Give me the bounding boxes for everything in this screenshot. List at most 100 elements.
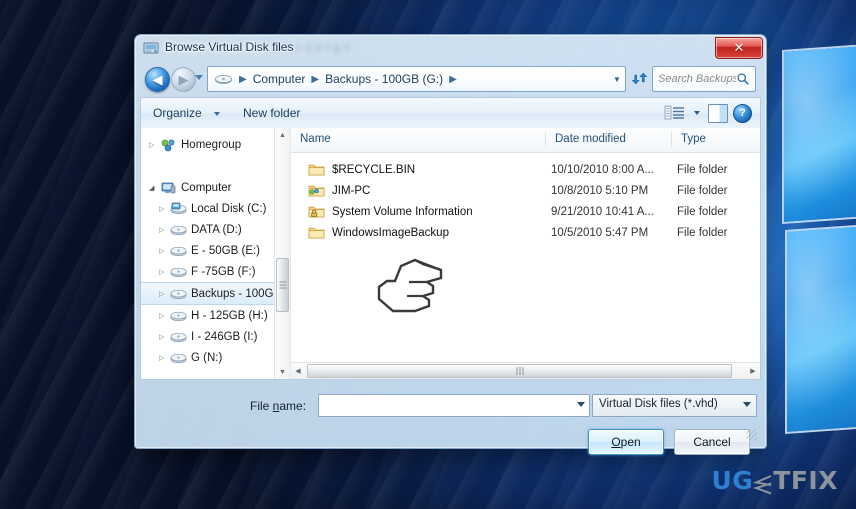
drive-icon: [170, 330, 187, 344]
recent-locations-chevron-icon[interactable]: [195, 75, 203, 80]
homegroup-icon: [160, 138, 177, 152]
tree-expander-icon[interactable]: ▷: [159, 268, 170, 276]
new-folder-button[interactable]: New folder: [238, 105, 305, 121]
scroll-down-button[interactable]: ▼: [275, 365, 290, 379]
file-type-select[interactable]: Virtual Disk files (*.vhd): [592, 394, 757, 417]
sidebar-scroll-thumb[interactable]: [276, 258, 289, 312]
tree-expander-icon[interactable]: ▷: [159, 226, 170, 234]
hscroll-left-button[interactable]: ◀: [291, 363, 305, 379]
preview-pane-icon[interactable]: [708, 104, 728, 123]
sidebar-item-local-disk-c[interactable]: ▷ Local Disk (C:): [141, 198, 290, 219]
sidebar-item-i-246gb-i[interactable]: ▷ I - 246GB (I:): [141, 326, 290, 347]
navigation-pane: ▷ Homegroup ◢ Computer ▷ Local Disk (C:)…: [141, 128, 290, 379]
tree-expander-icon[interactable]: ◢: [149, 184, 160, 192]
close-button[interactable]: ✕: [715, 37, 763, 59]
sidebar-item-data-d[interactable]: ▷ DATA (D:): [141, 219, 290, 240]
folder-share-icon: [308, 183, 325, 198]
drive-icon: [170, 351, 187, 365]
cancel-button[interactable]: Cancel: [674, 429, 750, 455]
file-name-dropdown-icon[interactable]: [577, 402, 585, 407]
tree-expander-icon[interactable]: ▷: [159, 290, 170, 298]
file-date-cell: 10/5/2010 5:47 PM: [551, 226, 649, 239]
sidebar-item-e-50gb-e[interactable]: ▷ E - 50GB (E:): [141, 240, 290, 261]
hscroll-thumb[interactable]: [307, 364, 732, 378]
scroll-up-button[interactable]: ▲: [275, 128, 290, 142]
computer-icon: [160, 181, 177, 195]
chevron-down-icon[interactable]: [214, 112, 220, 116]
drive-icon: [170, 244, 187, 258]
drive-icon: [170, 223, 187, 237]
sidebar-item-homegroup[interactable]: ▷ Homegroup: [141, 134, 290, 155]
open-button[interactable]: Open: [588, 429, 664, 455]
browse-virtual-disk-dialog: a b c d e f g h Browse Virtual Disk file…: [134, 34, 767, 455]
file-type-cell: File folder: [677, 163, 728, 176]
close-icon: ✕: [733, 40, 745, 55]
sidebar-item-label: Computer: [181, 181, 232, 194]
sidebar-item-label: G (N:): [191, 351, 223, 364]
file-name-label: File name:: [250, 399, 307, 413]
virtual-disk-icon: [143, 40, 159, 56]
forward-arrow-icon: ▶: [178, 72, 189, 87]
ugetfix-watermark: UG TFIX: [711, 466, 838, 495]
file-name-input[interactable]: [318, 394, 590, 417]
table-row[interactable]: System Volume Information 9/21/2010 10:4…: [291, 201, 760, 222]
search-input[interactable]: Search Backups - 100G...: [653, 73, 736, 85]
sidebar-item-label: F -75GB (F:): [191, 265, 256, 278]
dialog-body: ▷ Homegroup ◢ Computer ▷ Local Disk (C:)…: [140, 128, 761, 380]
sidebar-item-f-75gb-f[interactable]: ▷ F -75GB (F:): [141, 261, 290, 282]
file-date-cell: 10/8/2010 5:10 PM: [551, 184, 649, 197]
tree-expander-icon[interactable]: ▷: [159, 247, 170, 255]
file-name-cell: JIM-PC: [332, 184, 371, 197]
file-name-cell: WindowsImageBackup: [332, 226, 449, 239]
refresh-button[interactable]: [628, 66, 650, 90]
table-row[interactable]: $RECYCLE.BIN 10/10/2010 8:00 A... File f…: [291, 159, 760, 180]
sidebar-item-h-125gb-h[interactable]: ▷ H - 125GB (H:): [141, 305, 290, 326]
table-row[interactable]: JIM-PC 10/8/2010 5:10 PM File folder: [291, 180, 760, 201]
sidebar-item-computer[interactable]: ◢ Computer: [141, 177, 290, 198]
title-bar: Browse Virtual Disk files ✕: [135, 35, 766, 62]
tree-expander-icon[interactable]: ▷: [149, 141, 160, 149]
tree-expander-icon[interactable]: ▷: [159, 354, 170, 362]
file-rows: $RECYCLE.BIN 10/10/2010 8:00 A... File f…: [291, 153, 760, 243]
folder-icon: [308, 225, 325, 240]
scroll-grip-icon: [279, 281, 286, 289]
address-dropdown-icon[interactable]: ▼: [609, 75, 625, 84]
search-box[interactable]: Search Backups - 100G...: [652, 66, 756, 92]
breadcrumb-backups[interactable]: Backups - 100GB (G:): [324, 72, 444, 86]
breadcrumb-computer[interactable]: Computer: [252, 72, 307, 86]
hscroll-right-button[interactable]: ▶: [746, 363, 760, 379]
file-type-dropdown-icon: [743, 402, 751, 407]
sidebar-item-label: Backups - 100GB: [191, 287, 282, 300]
folder-tree: ▷ Homegroup ◢ Computer ▷ Local Disk (C:)…: [141, 128, 290, 368]
sidebar-item-label: H - 125GB (H:): [191, 309, 268, 322]
address-breadcrumb-bar[interactable]: ▶ Computer ▶ Backups - 100GB (G:) ▶ ▼: [207, 66, 626, 92]
help-icon[interactable]: ?: [733, 104, 752, 123]
tree-expander-icon[interactable]: ▷: [159, 333, 170, 341]
column-header-type[interactable]: Type: [681, 133, 706, 145]
drive-icon: [170, 287, 187, 301]
file-list-pane: Name Date modified Type $RECYCLE.BIN 10/…: [290, 128, 760, 379]
sidebar-vertical-scrollbar[interactable]: ▲ ▼: [274, 128, 290, 379]
back-button[interactable]: ◀: [145, 67, 170, 92]
file-date-cell: 9/21/2010 10:41 A...: [551, 205, 654, 218]
file-date-cell: 10/10/2010 8:00 A...: [551, 163, 654, 176]
sidebar-item-g-n[interactable]: ▷ G (N:): [141, 347, 290, 368]
breadcrumb-separator-0: ▶: [239, 73, 247, 85]
view-dropdown-chevron-icon[interactable]: [694, 111, 700, 115]
tree-expander-icon[interactable]: ▷: [159, 205, 170, 213]
column-header-date[interactable]: Date modified: [555, 133, 626, 145]
column-header-name[interactable]: Name: [300, 133, 331, 145]
table-row[interactable]: WindowsImageBackup 10/5/2010 5:47 PM Fil…: [291, 222, 760, 243]
view-list-icon[interactable]: [664, 104, 686, 122]
window-title: Browse Virtual Disk files: [165, 40, 294, 54]
organize-button[interactable]: Organize: [148, 105, 207, 121]
forward-button[interactable]: ▶: [171, 67, 196, 92]
drive-icon: [170, 265, 187, 279]
tree-expander-icon[interactable]: ▷: [159, 312, 170, 320]
file-type-cell: File folder: [677, 205, 728, 218]
sidebar-item-backups-100gb[interactable]: ▷ Backups - 100GB: [141, 282, 290, 305]
column-header-row: Name Date modified Type: [291, 128, 760, 153]
toolbar: Organize New folder ?: [140, 97, 761, 129]
file-list-horizontal-scrollbar[interactable]: ◀ ▶: [291, 362, 760, 379]
resize-grip[interactable]: [746, 429, 757, 440]
